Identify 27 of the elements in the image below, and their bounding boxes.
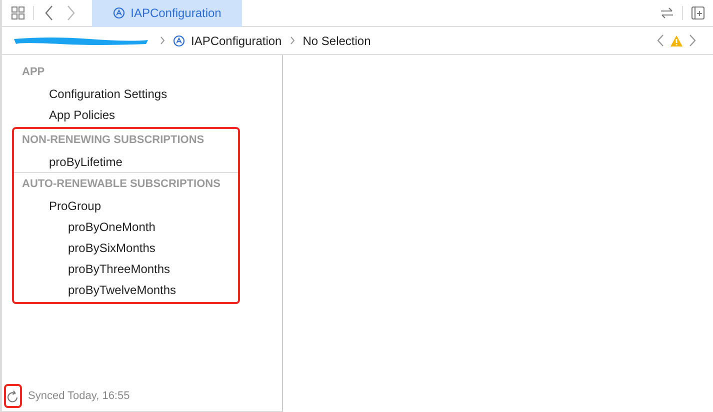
swap-arrows-icon[interactable] (660, 7, 674, 19)
sidebar-item[interactable]: proByLifetime (49, 154, 122, 168)
sidebar-item[interactable]: proByOneMonth (68, 220, 156, 234)
refresh-button[interactable] (4, 384, 22, 408)
section-header: APP (22, 66, 45, 78)
back-icon[interactable] (656, 34, 664, 47)
sidebar-item[interactable]: proBySixMonths (68, 240, 156, 254)
breadcrumb-item[interactable]: No Selection (302, 34, 371, 48)
sync-status: Synced Today, 16:55 (28, 390, 130, 402)
chevron-icon (290, 36, 295, 45)
section-header: AUTO-RENEWABLE SUBSCRIPTIONS (22, 178, 220, 190)
forward-icon[interactable] (689, 34, 697, 47)
sidebar-item[interactable]: proByThreeMonths (68, 262, 170, 276)
app-icon (173, 34, 185, 46)
grid-icon[interactable] (11, 6, 25, 20)
editor-tab[interactable]: IAPConfiguration (92, 0, 242, 26)
add-panel-icon[interactable] (691, 6, 705, 20)
back-icon[interactable] (44, 5, 54, 21)
breadcrumb-item[interactable]: IAPConfiguration (191, 34, 282, 48)
section-header: NON-RENEWING SUBSCRIPTIONS (22, 134, 204, 146)
app-icon (112, 7, 125, 19)
sidebar-item[interactable]: proByTwelveMonths (68, 282, 176, 296)
sidebar-item[interactable]: ProGroup (49, 198, 102, 212)
sidebar-item[interactable]: Configuration Settings (49, 86, 168, 100)
chevron-icon (160, 36, 165, 45)
sidebar-item[interactable]: App Policies (49, 108, 116, 122)
refresh-icon (7, 390, 19, 402)
